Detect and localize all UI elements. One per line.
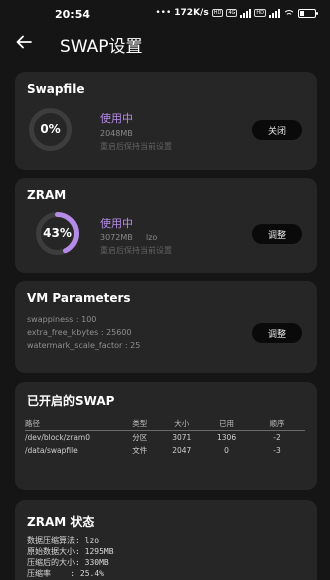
swapfile-percent: 0% xyxy=(40,122,61,136)
more-dots-icon: ••• xyxy=(155,8,172,18)
cell-path: /data/swapfile xyxy=(25,446,78,455)
cell-size: 2047 xyxy=(172,446,192,455)
app-header: SWAP设置 xyxy=(0,28,330,58)
zram-status-title: ZRAM 状态 xyxy=(27,515,95,529)
swapfile-title: Swapfile xyxy=(27,82,85,96)
zram-status-ratio: 压缩率 : 25.4% xyxy=(27,569,104,578)
zram-card: ZRAM 43% 使用中 3072MB lzo 重启后保持当前设置 调整 xyxy=(15,178,317,273)
zram-status-algorithm: 数据压缩算法: lzo xyxy=(27,536,100,545)
page-title: SWAP设置 xyxy=(60,37,143,57)
vm-extra-free-kbytes: extra_free_kbytes : 25600 xyxy=(27,328,132,337)
table-row: /data/swapfile 文件 2047 0 -3 xyxy=(25,444,305,457)
zram-size: 3072MB xyxy=(100,233,133,242)
zram-algo: lzo xyxy=(146,233,158,242)
cell-type: 文件 xyxy=(132,446,148,455)
cell-type: 分区 xyxy=(132,433,148,442)
wifi-icon xyxy=(283,9,295,18)
zram-title: ZRAM xyxy=(27,188,67,202)
swaps-title: 已开启的SWAP xyxy=(27,394,115,408)
hd-badge: HD xyxy=(211,9,224,17)
4g-badge: 4G xyxy=(226,9,238,17)
zram-status: 使用中 xyxy=(100,217,133,230)
signal-icon xyxy=(240,8,252,18)
swapfile-close-button[interactable]: 关闭 xyxy=(252,120,302,140)
status-icons: ••• 172K/s HD 4G HD xyxy=(155,8,318,18)
table-row: /dev/block/zram0 分区 3071 1306 -2 xyxy=(25,431,305,445)
network-speed: 172K/s xyxy=(174,8,209,18)
col-type: 类型 xyxy=(132,419,148,428)
zram-status-compressed-size: 压缩后的大小: 330MB xyxy=(27,558,109,567)
swapfile-card: Swapfile 0% 使用中 2048MB 重启后保持当前设置 关闭 xyxy=(15,72,317,170)
col-path: 路径 xyxy=(25,419,40,428)
vm-adjust-button[interactable]: 调整 xyxy=(252,323,302,343)
cell-size: 3071 xyxy=(172,433,192,442)
zram-note: 重启后保持当前设置 xyxy=(100,246,172,255)
zram-adjust-button[interactable]: 调整 xyxy=(252,224,302,244)
zram-percent: 43% xyxy=(43,226,72,240)
status-time: 20:54 xyxy=(55,8,91,21)
cell-path: /dev/block/zram0 xyxy=(25,433,90,442)
status-bar: 20:54 ••• 172K/s HD 4G HD xyxy=(0,0,330,28)
vm-swappiness: swappiness : 100 xyxy=(27,315,97,324)
cell-used: 1306 xyxy=(217,433,237,442)
col-size: 大小 xyxy=(174,419,190,428)
swaps-table-header: 路径 类型 大小 已用 顺序 xyxy=(25,417,305,431)
swapfile-status: 使用中 xyxy=(100,112,133,125)
battery-icon xyxy=(298,8,318,18)
cell-order: -3 xyxy=(273,446,281,455)
swapfile-size: 2048MB xyxy=(100,129,133,138)
cell-order: -2 xyxy=(273,433,281,442)
vm-parameters-card: VM Parameters swappiness : 100 extra_fre… xyxy=(15,281,317,373)
swapfile-usage-ring: 0% xyxy=(28,107,73,152)
hd-badge-2: HD xyxy=(254,9,266,17)
arrow-left-icon[interactable] xyxy=(14,32,34,52)
vm-title: VM Parameters xyxy=(27,291,131,305)
zram-status-original-size: 原始数据大小: 1295MB xyxy=(27,547,114,556)
swapfile-note: 重启后保持当前设置 xyxy=(100,142,172,151)
signal-2-icon xyxy=(269,8,280,18)
active-swaps-card: 已开启的SWAP 路径 类型 大小 已用 顺序 /dev/block/zram0… xyxy=(15,382,317,490)
col-order: 顺序 xyxy=(269,419,285,428)
cell-used: 0 xyxy=(224,446,229,455)
zram-usage-ring: 43% xyxy=(35,211,80,256)
col-used: 已用 xyxy=(219,419,235,428)
swaps-table: 路径 类型 大小 已用 顺序 /dev/block/zram0 分区 3071 … xyxy=(25,417,305,457)
vm-watermark-scale-factor: watermark_scale_factor : 25 xyxy=(27,341,141,350)
zram-status-card: ZRAM 状态 数据压缩算法: lzo 原始数据大小: 1295MB 压缩后的大… xyxy=(15,500,317,580)
